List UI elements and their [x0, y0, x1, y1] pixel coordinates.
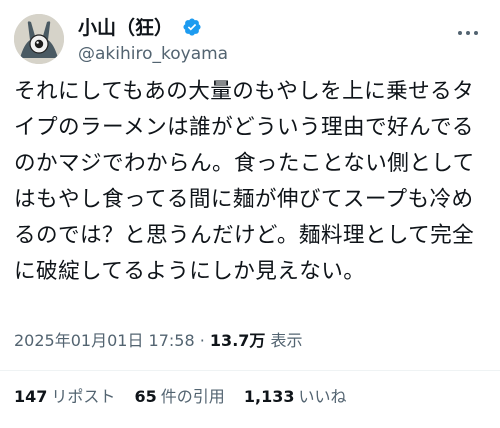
- tweet-text: それにしてもあの大量のもやしを上に乗せるタイプのラーメンは誰がどういう理由で好ん…: [14, 79, 475, 284]
- quotes-label: 件の引用: [160, 387, 225, 406]
- views-label: 表示: [270, 331, 303, 350]
- meta-separator: ·: [199, 331, 205, 350]
- reposts-count: 147: [14, 387, 48, 406]
- verified-badge-icon: [183, 18, 201, 36]
- handle[interactable]: @akihiro_koyama: [78, 42, 228, 66]
- tweet-header: 小山（狂） @akihiro_koyama: [14, 14, 486, 68]
- likes-label: いいね: [298, 387, 347, 406]
- reposts-label: リポスト: [51, 387, 116, 406]
- timestamp[interactable]: 2025年01月01日 17:58: [14, 331, 195, 350]
- quotes-count: 65: [134, 387, 157, 406]
- tweet-meta: 2025年01月01日 17:58 · 13.7万 表示: [14, 330, 303, 352]
- avatar-eye-figure-icon: [14, 14, 64, 64]
- engagement-stats: 147 リポスト 65 件の引用 1,133 いいね: [14, 386, 361, 408]
- quotes-stat[interactable]: 65 件の引用: [135, 386, 225, 408]
- avatar[interactable]: [14, 14, 64, 64]
- views-count: 13.7万: [209, 331, 266, 350]
- more-options-button[interactable]: [456, 22, 486, 42]
- more-options-icon: [458, 30, 462, 35]
- display-name[interactable]: 小山（狂）: [78, 16, 173, 40]
- reposts-stat[interactable]: 147 リポスト: [14, 386, 115, 408]
- likes-stat[interactable]: 1,133 いいね: [244, 386, 347, 408]
- divider: [0, 370, 500, 371]
- likes-count: 1,133: [243, 387, 295, 406]
